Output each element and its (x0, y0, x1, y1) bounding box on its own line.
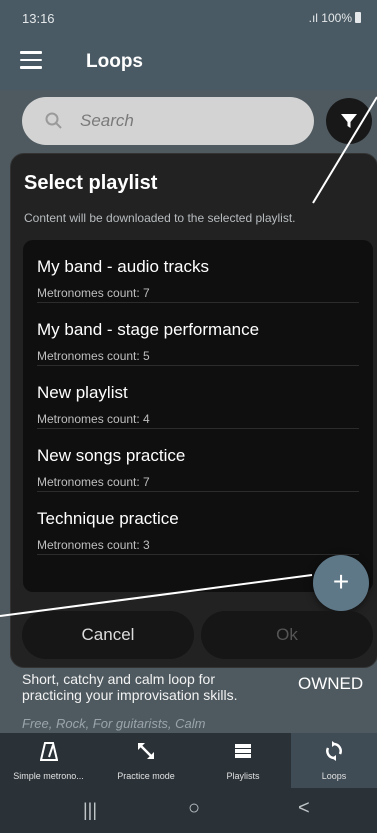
filter-button[interactable] (326, 98, 372, 144)
playlist-name: My band - stage performance (37, 320, 260, 339)
recents-button[interactable]: ||| (83, 800, 97, 821)
loop-tags: Free, Rock, For guitarists, Calm (22, 716, 206, 731)
playlist-count: Metronomes count: 5 (37, 349, 150, 363)
search-placeholder: Search (80, 111, 134, 130)
nav-item-practice-mode[interactable]: Practice mode (97, 733, 195, 788)
add-playlist-button[interactable]: + (313, 555, 369, 611)
search-input[interactable]: Search (22, 97, 314, 145)
playlist-name: New songs practice (37, 446, 186, 465)
dialog-subtitle: Content will be downloaded to the select… (24, 211, 296, 225)
bottom-nav: Simple metrono... Practice mode Playlist… (0, 733, 377, 788)
playlist-list: My band - audio tracks Metronomes count:… (23, 240, 373, 592)
filter-icon (341, 114, 357, 128)
list-item[interactable]: My band - audio tracks Metronomes count:… (37, 240, 359, 303)
playlist-name: My band - audio tracks (37, 257, 209, 276)
nav-item-playlists[interactable]: Playlists (195, 733, 291, 788)
playlist-count: Metronomes count: 4 (37, 412, 150, 426)
ok-button[interactable]: Ok (201, 611, 373, 659)
nav-label: Practice mode (117, 771, 175, 781)
menu-icon[interactable] (20, 51, 42, 73)
page-title: Loops (86, 51, 143, 72)
back-button[interactable]: < (298, 797, 310, 820)
owned-badge: OWNED (298, 674, 364, 693)
loops-icon (326, 741, 342, 761)
list-item[interactable]: New playlist Metronomes count: 4 (37, 366, 359, 429)
nav-label: Loops (321, 771, 347, 781)
playlist-count: Metronomes count: 3 (37, 538, 150, 552)
home-button[interactable]: ○ (188, 797, 200, 820)
nav-item-simple-metronome[interactable]: Simple metrono... (0, 733, 97, 788)
playlist-icon (235, 744, 251, 758)
list-item[interactable]: Technique practice Metronomes count: 3 (37, 492, 359, 555)
playlist-name: New playlist (37, 383, 128, 402)
cancel-button[interactable]: Cancel (22, 611, 194, 659)
signal-icon: .ıl (308, 11, 318, 25)
list-item[interactable]: My band - stage performance Metronomes c… (37, 303, 359, 366)
nav-label: Playlists (226, 771, 260, 781)
practice-icon (138, 743, 154, 759)
battery-icon (355, 12, 361, 23)
loop-description: Short, catchy and calm loop for practici… (22, 671, 238, 703)
list-item[interactable]: New songs practice Metronomes count: 7 (37, 429, 359, 492)
battery-percent: 100% (321, 11, 352, 25)
playlist-count: Metronomes count: 7 (37, 475, 150, 489)
app-bar: Loops (0, 34, 377, 90)
nav-label: Simple metrono... (13, 771, 84, 781)
playlist-count: Metronomes count: 7 (37, 286, 150, 300)
metronome-icon (39, 742, 58, 761)
plus-icon: + (332, 566, 350, 597)
search-icon (45, 112, 62, 129)
system-nav-bar: ||| ○ < (0, 788, 377, 833)
playlist-name: Technique practice (37, 509, 179, 528)
status-time: 13:16 (22, 11, 55, 26)
nav-item-loops[interactable]: Loops (291, 733, 377, 788)
status-bar: 13:16 .ıl 100% (0, 0, 377, 34)
status-indicators: .ıl 100% (309, 11, 361, 25)
dialog-title: Select playlist (24, 172, 158, 194)
